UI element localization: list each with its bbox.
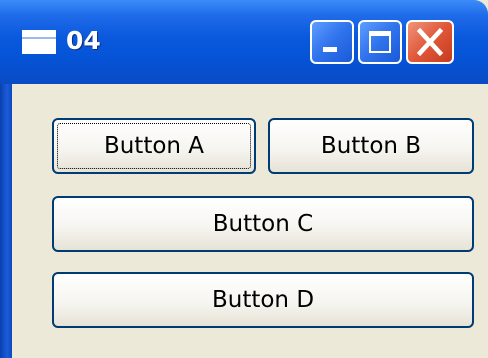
maximize-icon [369, 31, 391, 53]
client-area: Button A Button B Button C Button D [12, 84, 488, 358]
minimize-button[interactable] [310, 20, 354, 64]
close-icon [416, 27, 444, 57]
window-icon[interactable] [22, 30, 56, 54]
window-title: 04 [66, 26, 101, 55]
button-a[interactable]: Button A [52, 118, 256, 174]
app-window: 04 Button A Button B Button C Button D [0, 0, 488, 358]
title-bar[interactable]: 04 [0, 0, 488, 84]
button-c[interactable]: Button C [52, 196, 474, 252]
close-button[interactable] [406, 20, 454, 64]
button-b[interactable]: Button B [268, 118, 474, 174]
maximize-button[interactable] [358, 20, 402, 64]
minimize-icon [323, 47, 337, 52]
button-d[interactable]: Button D [52, 272, 474, 328]
window-frame-left [0, 84, 12, 358]
